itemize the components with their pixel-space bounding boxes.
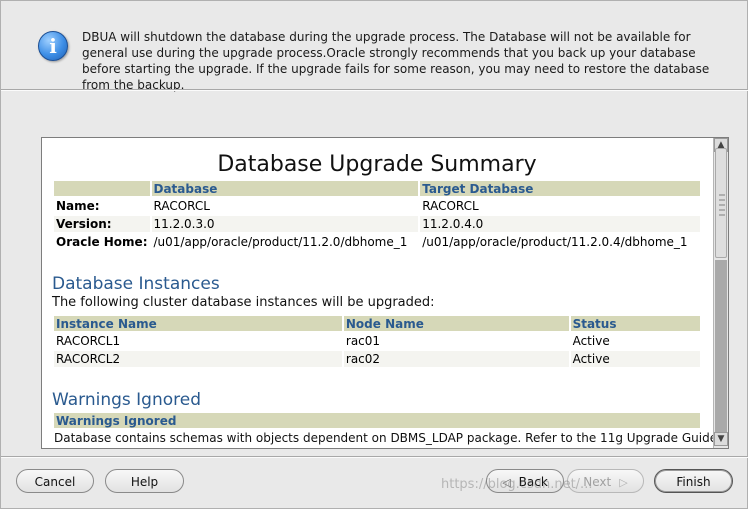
scroll-thumb[interactable]	[715, 148, 727, 258]
table-row: RACORCL1 rac01 Active	[54, 333, 700, 349]
instances-header-node: Node Name	[343, 316, 569, 331]
table-row: Version: 11.2.0.3.0 11.2.0.4.0	[54, 216, 700, 232]
source-value: 11.2.0.3.0	[151, 216, 419, 232]
instances-header-status: Status	[570, 316, 700, 331]
db-table-header-blank	[54, 181, 150, 196]
node-name: rac02	[343, 351, 569, 367]
scroll-down-arrow[interactable]: ▼	[714, 432, 728, 446]
instances-description: The following cluster database instances…	[52, 295, 435, 310]
instances-header-instance: Instance Name	[54, 316, 342, 331]
table-row: Name: RACORCL RACORCL	[54, 198, 700, 214]
cancel-button[interactable]: Cancel	[16, 469, 94, 493]
dbua-window: i DBUA will shutdown the database during…	[0, 0, 748, 509]
target-value: 11.2.0.4.0	[420, 216, 700, 232]
finish-button[interactable]: Finish	[654, 469, 733, 493]
back-button[interactable]: ◁ Back	[486, 469, 564, 493]
shutdown-warning-text: DBUA will shutdown the database during t…	[82, 30, 710, 92]
scroll-grip-icon	[719, 194, 725, 218]
instance-name: RACORCL1	[54, 333, 342, 349]
instance-name: RACORCL2	[54, 351, 342, 367]
warnings-section-title: Warnings Ignored	[52, 390, 201, 410]
info-icon: i	[38, 31, 68, 61]
separator	[1, 456, 748, 458]
database-table: Database Target Database Name: RACORCL R…	[52, 179, 702, 252]
help-button[interactable]: Help	[105, 469, 184, 493]
instances-table: Instance Name Node Name Status RACORCL1 …	[52, 314, 702, 369]
warnings-table: Warnings Ignored	[52, 411, 702, 430]
warning-row: Database contains schemas with objects d…	[54, 431, 718, 445]
chevron-right-icon: ▷	[619, 476, 628, 489]
row-label: Name:	[54, 198, 150, 214]
row-label: Oracle Home:	[54, 234, 150, 250]
summary-title: Database Upgrade Summary	[217, 152, 537, 177]
target-value: RACORCL	[420, 198, 700, 214]
table-row: Oracle Home: /u01/app/oracle/product/11.…	[54, 234, 700, 250]
separator	[1, 89, 748, 91]
warnings-header: Warnings Ignored	[54, 413, 700, 428]
scroll-track[interactable]	[715, 260, 727, 432]
node-name: rac01	[343, 333, 569, 349]
target-value: /u01/app/oracle/product/11.2.0.4/dbhome_…	[420, 234, 700, 250]
db-table-header-target: Target Database	[420, 181, 700, 196]
next-button[interactable]: Next ▷	[567, 469, 644, 493]
instance-status: Active	[570, 333, 700, 349]
summary-panel[interactable]: Database Upgrade Summary Database Target…	[41, 137, 729, 449]
row-label: Version:	[54, 216, 150, 232]
db-table-header-database: Database	[151, 181, 419, 196]
source-value: RACORCL	[151, 198, 419, 214]
next-label: Next	[583, 475, 612, 489]
instances-section-title: Database Instances	[52, 274, 220, 294]
back-label: Back	[518, 475, 548, 489]
source-value: /u01/app/oracle/product/11.2.0/dbhome_1	[151, 234, 419, 250]
instance-status: Active	[570, 351, 700, 367]
table-row: RACORCL2 rac02 Active	[54, 351, 700, 367]
chevron-left-icon: ◁	[502, 476, 511, 489]
vertical-scrollbar[interactable]: ▲ ▼	[713, 138, 728, 448]
